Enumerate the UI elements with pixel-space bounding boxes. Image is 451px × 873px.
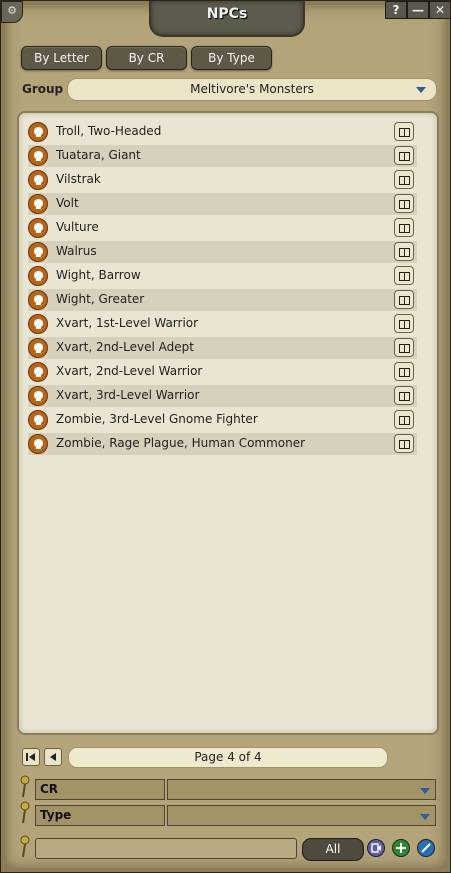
skull-icon[interactable] (28, 386, 48, 406)
list-item[interactable]: Vilstrak (28, 169, 417, 191)
window-title: NPCs (206, 6, 248, 22)
chevron-down-icon (416, 87, 426, 93)
skull-icon[interactable] (28, 170, 48, 190)
book-icon[interactable] (394, 146, 414, 165)
all-button[interactable]: All (302, 838, 364, 861)
book-icon[interactable] (394, 242, 414, 261)
book-icon[interactable] (394, 266, 414, 285)
npc-name: Walrus (56, 244, 97, 258)
close-button[interactable]: ✕ (429, 1, 450, 19)
skull-icon[interactable] (28, 194, 48, 214)
book-icon[interactable] (394, 290, 414, 309)
skull-icon[interactable] (28, 362, 48, 382)
list-item[interactable]: Xvart, 3rd-Level Warrior (28, 385, 417, 407)
skull-icon[interactable] (28, 266, 48, 286)
npc-name: Zombie, 3rd-Level Gnome Fighter (56, 412, 258, 426)
skull-icon[interactable] (28, 242, 48, 262)
npc-name: Zombie, Rage Plague, Human Commoner (56, 436, 306, 450)
help-button[interactable]: ? (385, 1, 407, 19)
share-button[interactable] (367, 839, 385, 857)
page-indicator: Page 4 of 4 (68, 747, 388, 768)
filter-cr[interactable]: CR (35, 779, 436, 800)
book-icon[interactable] (394, 434, 414, 453)
npc-name: Troll, Two-Headed (56, 124, 162, 138)
book-icon[interactable] (394, 362, 414, 381)
tab-by-type[interactable]: By Type (191, 46, 272, 70)
book-icon[interactable] (394, 314, 414, 333)
tab-by-letter[interactable]: By Letter (21, 46, 102, 70)
list-item[interactable]: Zombie, Rage Plague, Human Commoner (28, 433, 417, 455)
skull-icon[interactable] (28, 314, 48, 334)
skull-icon[interactable] (28, 218, 48, 238)
list-item[interactable]: Xvart, 2nd-Level Warrior (28, 361, 417, 383)
previous-page-icon (50, 753, 56, 761)
share-icon (371, 843, 381, 853)
filter-type[interactable]: Type (35, 805, 436, 826)
npc-name: Tuatara, Giant (56, 148, 141, 162)
skull-icon[interactable] (28, 122, 48, 142)
npc-name: Xvart, 2nd-Level Adept (56, 340, 194, 354)
chevron-down-icon (420, 788, 430, 794)
first-page-icon (26, 753, 35, 761)
add-button[interactable] (392, 839, 410, 857)
npc-name: Vulture (56, 220, 99, 234)
search-input[interactable] (35, 838, 297, 859)
group-value: Meltivore's Monsters (190, 82, 314, 96)
list-item[interactable]: Tuatara, Giant (28, 145, 417, 167)
list-item[interactable]: Wight, Barrow (28, 265, 417, 287)
book-icon[interactable] (394, 194, 414, 213)
list-item[interactable]: Walrus (28, 241, 417, 263)
pencil-icon (421, 843, 431, 853)
npc-name: Xvart, 3rd-Level Warrior (56, 388, 200, 402)
list-item[interactable]: Vulture (28, 217, 417, 239)
group-label: Group (22, 82, 64, 96)
npc-name: Xvart, 2nd-Level Warrior (56, 364, 203, 378)
edit-button[interactable] (417, 839, 435, 857)
group-select[interactable]: Meltivore's Monsters (67, 78, 437, 101)
filter-cr-select[interactable] (167, 779, 436, 800)
book-icon[interactable] (394, 170, 414, 189)
list-item[interactable]: Volt (28, 193, 417, 215)
npc-name: Vilstrak (56, 172, 101, 186)
npc-name: Wight, Barrow (56, 268, 141, 282)
list-item[interactable]: Xvart, 2nd-Level Adept (28, 337, 417, 359)
npc-name: Xvart, 1st-Level Warrior (56, 316, 199, 330)
previous-page-button[interactable] (44, 748, 62, 766)
skull-icon[interactable] (28, 146, 48, 166)
filter-cr-label: CR (35, 779, 165, 800)
list-item[interactable]: Xvart, 1st-Level Warrior (28, 313, 417, 335)
skull-icon[interactable] (28, 338, 48, 358)
book-icon[interactable] (394, 386, 414, 405)
list-item[interactable]: Zombie, 3rd-Level Gnome Fighter (28, 409, 417, 431)
list-item[interactable]: Troll, Two-Headed (28, 121, 417, 143)
pin-icon[interactable] (20, 835, 30, 859)
skull-icon[interactable] (28, 434, 48, 454)
pin-icon[interactable] (20, 801, 30, 825)
minimize-button[interactable]: — (407, 1, 429, 19)
plus-icon (396, 843, 406, 853)
chevron-down-icon (420, 814, 430, 820)
book-icon[interactable] (394, 338, 414, 357)
filter-type-label: Type (35, 805, 165, 826)
lock-icon[interactable]: ⚙ (1, 1, 23, 23)
tab-by-cr[interactable]: By CR (106, 46, 187, 70)
skull-icon[interactable] (28, 410, 48, 430)
npc-name: Wight, Greater (56, 292, 145, 306)
list-item[interactable]: Wight, Greater (28, 289, 417, 311)
book-icon[interactable] (394, 218, 414, 237)
npcs-window: ⚙ NPCs ? — ✕ By Letter By CR By Type Gro… (0, 0, 451, 873)
npc-name: Volt (56, 196, 79, 210)
pin-icon[interactable] (20, 775, 30, 799)
book-icon[interactable] (394, 122, 414, 141)
book-icon[interactable] (394, 410, 414, 429)
filter-type-select[interactable] (167, 805, 436, 826)
first-page-button[interactable] (22, 748, 40, 766)
skull-icon[interactable] (28, 290, 48, 310)
